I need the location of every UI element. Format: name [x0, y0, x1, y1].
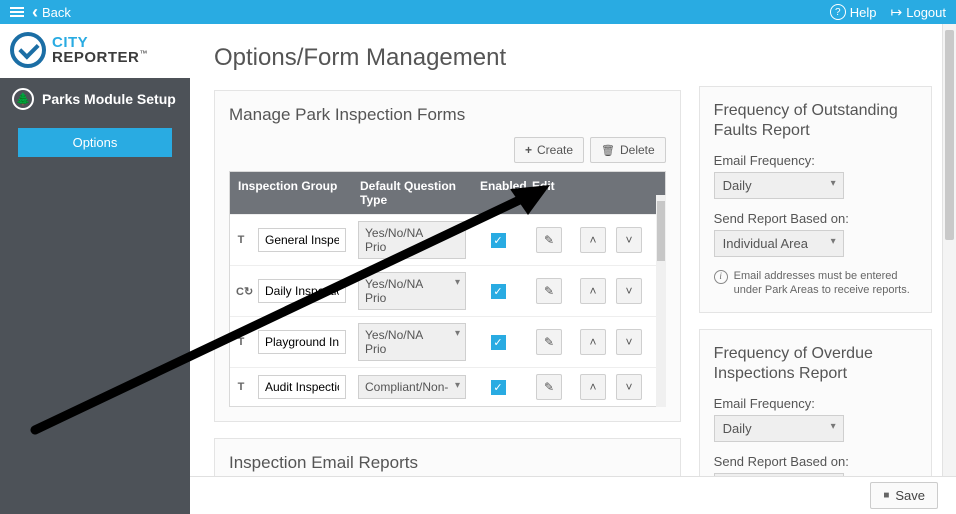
- logo-text: CITY REPORTER™: [52, 35, 147, 65]
- delete-label: Delete: [620, 143, 655, 157]
- plus-icon: [525, 143, 532, 157]
- table-row: T Yes/No/NA Prio ✎ ˄ ˅: [230, 214, 665, 265]
- move-down-button[interactable]: ˅: [616, 374, 642, 400]
- page-title: Options/Form Management: [214, 44, 681, 72]
- table-row: C↻ Yes/No/NA Prio ✎ ˄ ˅: [230, 265, 665, 316]
- logout-label: Logout: [906, 5, 946, 20]
- options-button[interactable]: Options: [18, 128, 172, 157]
- module-header[interactable]: 🌲 Parks Module Setup: [0, 78, 190, 120]
- forms-panel: Manage Park Inspection Forms Create Dele…: [214, 90, 681, 422]
- logo-tm: ™: [139, 49, 147, 58]
- grid-header: Inspection Group Default Question Type E…: [230, 172, 665, 214]
- back-label: Back: [42, 5, 71, 20]
- col-edit: Edit: [524, 172, 644, 214]
- logout-link[interactable]: Logout: [891, 4, 947, 21]
- group-name-input[interactable]: [258, 375, 346, 399]
- col-enabled: Enabled: [472, 172, 524, 214]
- overdue-freq-label: Email Frequency:: [714, 396, 917, 411]
- enabled-checkbox[interactable]: [491, 380, 506, 395]
- faults-freq-label: Email Frequency:: [714, 153, 917, 168]
- logo-area: CITY REPORTER™: [0, 24, 190, 78]
- logo-mark-icon: [10, 32, 46, 68]
- move-up-button[interactable]: ˄: [580, 227, 606, 253]
- help-label: Help: [850, 5, 877, 20]
- edit-button[interactable]: ✎: [536, 227, 562, 253]
- forms-grid: Inspection Group Default Question Type E…: [229, 171, 666, 407]
- group-name-input[interactable]: [258, 330, 346, 354]
- col-qtype: Default Question Type: [352, 172, 472, 214]
- delete-button[interactable]: Delete: [590, 137, 666, 163]
- move-up-button[interactable]: ˄: [580, 374, 606, 400]
- grid-scrollbar[interactable]: [656, 195, 666, 407]
- overdue-panel-title: Frequency of Overdue Inspections Report: [714, 344, 917, 384]
- forms-panel-title: Manage Park Inspection Forms: [229, 105, 666, 125]
- row-type-icon: T: [230, 334, 252, 350]
- page-scrollbar[interactable]: [942, 24, 956, 476]
- overdue-freq-select[interactable]: Daily: [714, 415, 844, 442]
- move-up-button[interactable]: ˄: [580, 278, 606, 304]
- table-row: T Yes/No/NA Prio ✎ ˄ ˅: [230, 316, 665, 367]
- question-type-select[interactable]: Yes/No/NA Prio: [358, 221, 466, 259]
- question-type-select[interactable]: Yes/No/NA Prio: [358, 323, 466, 361]
- save-button[interactable]: Save: [870, 482, 938, 509]
- faults-freq-select[interactable]: Daily: [714, 172, 844, 199]
- create-label: Create: [537, 143, 573, 157]
- enabled-checkbox[interactable]: [491, 335, 506, 350]
- move-down-button[interactable]: ˅: [616, 227, 642, 253]
- move-up-button[interactable]: ˄: [580, 329, 606, 355]
- move-down-button[interactable]: ˅: [616, 278, 642, 304]
- footer-bar: Save: [190, 476, 956, 514]
- row-type-icon: C↻: [230, 283, 252, 300]
- back-button[interactable]: Back: [32, 3, 71, 21]
- question-type-select[interactable]: Yes/No/NA Prio: [358, 272, 466, 310]
- create-button[interactable]: Create: [514, 137, 584, 163]
- top-bar: Back Help Logout: [0, 0, 956, 24]
- hamburger-icon[interactable]: [10, 7, 24, 17]
- faults-note-text: Email addresses must be entered under Pa…: [734, 269, 917, 298]
- faults-basis-select[interactable]: Individual Area: [714, 230, 844, 257]
- edit-button[interactable]: ✎: [536, 374, 562, 400]
- group-name-input[interactable]: [258, 279, 346, 303]
- save-label: Save: [895, 488, 925, 503]
- sidebar: CITY REPORTER™ 🌲 Parks Module Setup Opti…: [0, 24, 190, 514]
- help-link[interactable]: Help: [830, 4, 877, 20]
- enabled-checkbox[interactable]: [491, 284, 506, 299]
- question-type-select[interactable]: Compliant/Non-: [358, 375, 466, 399]
- group-name-input[interactable]: [258, 228, 346, 252]
- edit-button[interactable]: ✎: [536, 278, 562, 304]
- tree-icon: 🌲: [12, 88, 34, 110]
- table-row: T Compliant/Non- ✎ ˄ ˅: [230, 367, 665, 406]
- email-panel-title: Inspection Email Reports: [229, 453, 666, 473]
- main-content: Options/Form Management Manage Park Insp…: [190, 24, 956, 514]
- row-type-icon: T: [230, 232, 252, 248]
- faults-panel: Frequency of Outstanding Faults Report E…: [699, 86, 932, 313]
- row-type-icon: T: [230, 379, 252, 395]
- move-down-button[interactable]: ˅: [616, 329, 642, 355]
- faults-basis-label: Send Report Based on:: [714, 211, 917, 226]
- faults-info-note: Email addresses must be entered under Pa…: [714, 269, 917, 298]
- trash-icon: [601, 143, 615, 157]
- col-group: Inspection Group: [230, 172, 352, 214]
- overdue-basis-label: Send Report Based on:: [714, 454, 917, 469]
- info-icon: [714, 269, 728, 298]
- faults-panel-title: Frequency of Outstanding Faults Report: [714, 101, 917, 141]
- edit-button[interactable]: ✎: [536, 329, 562, 355]
- module-title: Parks Module Setup: [42, 91, 176, 107]
- enabled-checkbox[interactable]: [491, 233, 506, 248]
- logo-reporter: REPORTER: [52, 49, 139, 66]
